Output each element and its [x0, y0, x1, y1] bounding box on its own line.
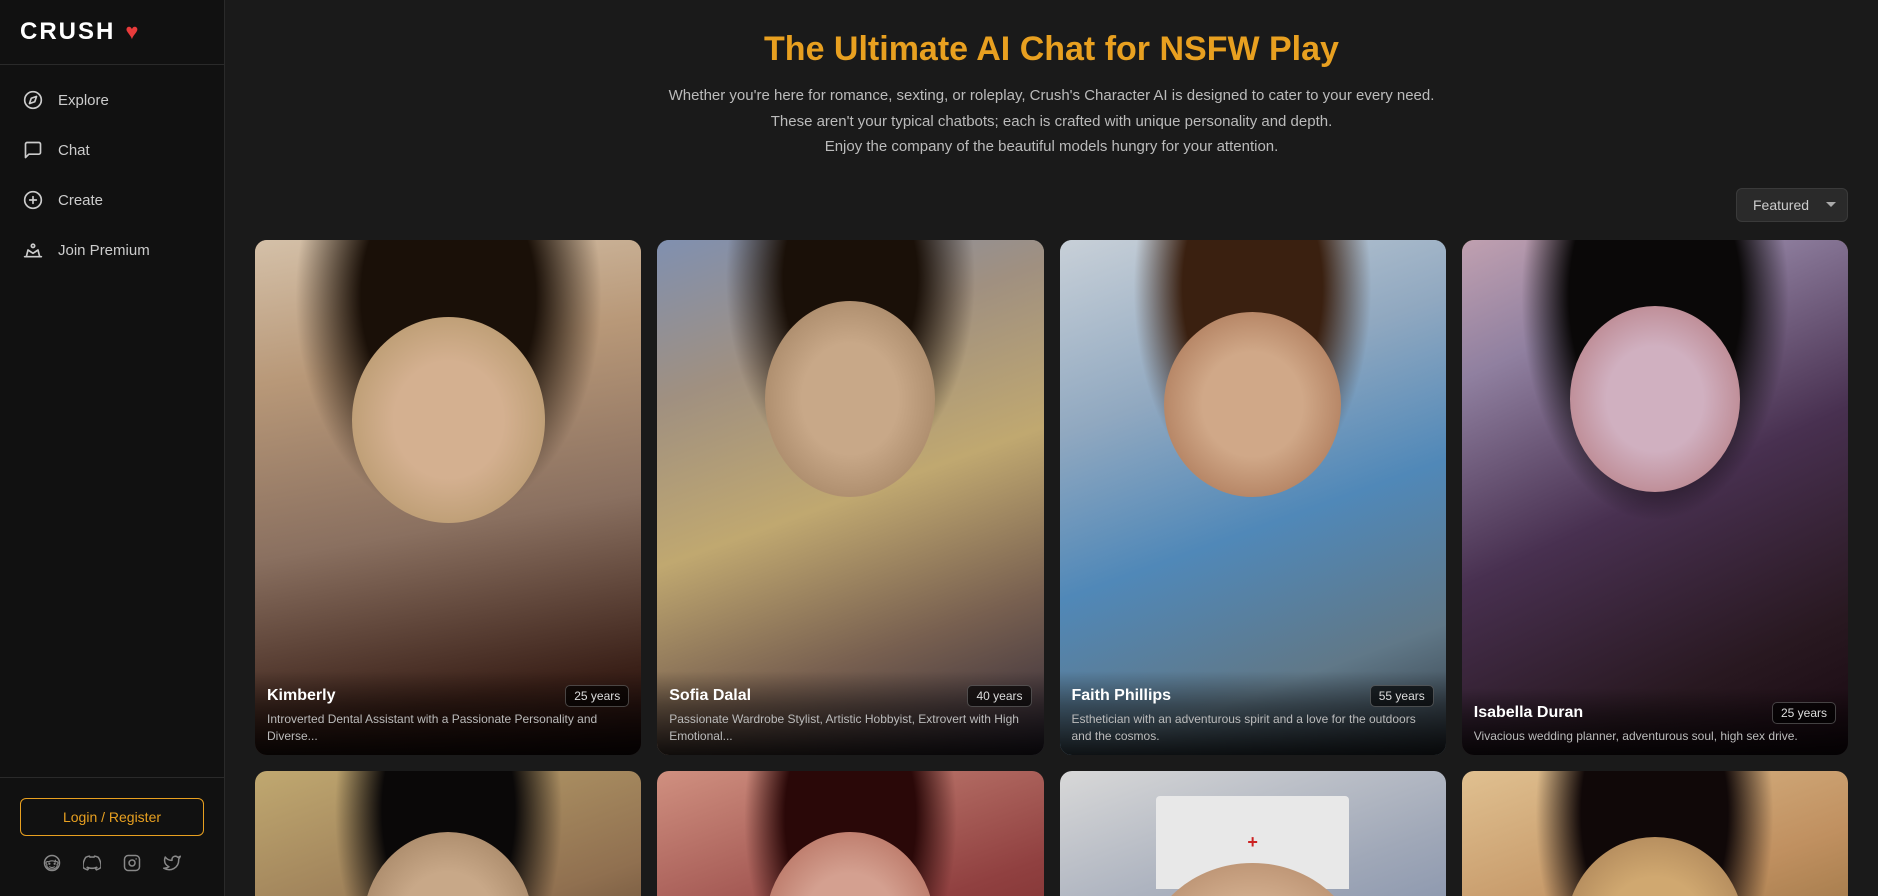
main-content: The Ultimate AI Chat for NSFW Play Wheth… — [225, 0, 1878, 896]
card-sofia-desc: Passionate Wardrobe Stylist, Artistic Ho… — [669, 711, 1031, 745]
card-kimberly[interactable]: Kimberly 25 years Introverted Dental Ass… — [255, 240, 641, 755]
sidebar-nav: Explore Chat Create — [0, 65, 224, 777]
card-kimberly-age: 25 years — [565, 685, 629, 707]
instagram-icon[interactable] — [119, 850, 145, 876]
card-sofia-overlay: Sofia Dalal 40 years Passionate Wardrobe… — [657, 671, 1043, 755]
hero-line-1: Whether you're here for romance, sexting… — [669, 87, 1435, 104]
logo-text: CRusH — [20, 18, 115, 46]
sidebar-create-label: Create — [58, 192, 103, 209]
card-row2-2[interactable] — [657, 771, 1043, 896]
twitter-icon[interactable] — [159, 850, 185, 876]
card-isabella-name: Isabella Duran — [1474, 704, 1583, 722]
card-sofia[interactable]: Sofia Dalal 40 years Passionate Wardrobe… — [657, 240, 1043, 755]
card-isabella-desc: Vivacious wedding planner, adventurous s… — [1474, 728, 1836, 745]
sidebar-item-chat[interactable]: Chat — [0, 125, 224, 175]
card-row2-1[interactable] — [255, 771, 641, 896]
card-faith-desc: Esthetician with an adventurous spirit a… — [1072, 711, 1434, 745]
logo-heart-icon: ♥ — [125, 19, 138, 45]
compass-icon — [22, 89, 44, 111]
card-kimberly-overlay: Kimberly 25 years Introverted Dental Ass… — [255, 671, 641, 755]
card-isabella[interactable]: Isabella Duran 25 years Vivacious weddin… — [1462, 240, 1848, 755]
sidebar-premium-label: Join Premium — [58, 242, 150, 259]
card-grid: Kimberly 25 years Introverted Dental Ass… — [255, 240, 1848, 896]
hero-section: The Ultimate AI Chat for NSFW Play Wheth… — [255, 30, 1848, 160]
chat-icon — [22, 139, 44, 161]
filter-bar: Featured Popular New Top Rated — [255, 188, 1848, 222]
sidebar-chat-label: Chat — [58, 142, 90, 159]
card-kimberly-desc: Introverted Dental Assistant with a Pass… — [267, 711, 629, 745]
card-isabella-overlay: Isabella Duran 25 years Vivacious weddin… — [1462, 688, 1848, 755]
social-links — [20, 850, 204, 876]
sidebar-item-create[interactable]: Create — [0, 175, 224, 225]
plus-circle-icon — [22, 189, 44, 211]
discord-icon[interactable] — [79, 850, 105, 876]
reddit-icon[interactable] — [39, 850, 65, 876]
hero-title: The Ultimate AI Chat for NSFW Play — [255, 30, 1848, 69]
filter-select[interactable]: Featured Popular New Top Rated — [1736, 188, 1848, 222]
card-sofia-age: 40 years — [967, 685, 1031, 707]
card-kimberly-name: Kimberly — [267, 687, 335, 705]
card-faith-name: Faith Phillips — [1072, 687, 1172, 705]
hero-description: Whether you're here for romance, sexting… — [255, 83, 1848, 160]
hero-line-2: These aren't your typical chatbots; each… — [771, 113, 1333, 130]
sidebar-item-premium[interactable]: Join Premium — [0, 225, 224, 275]
card-faith-age: 55 years — [1370, 685, 1434, 707]
sidebar: CRusH ♥ Explore Chat — [0, 0, 225, 896]
card-row2-3[interactable]: + — [1060, 771, 1446, 896]
login-register-button[interactable]: Login / Register — [20, 798, 204, 836]
sidebar-item-explore[interactable]: Explore — [0, 75, 224, 125]
card-isabella-age: 25 years — [1772, 702, 1836, 724]
hero-line-3: Enjoy the company of the beautiful model… — [825, 138, 1279, 155]
card-row2-4[interactable] — [1462, 771, 1848, 896]
card-faith-overlay: Faith Phillips 55 years Esthetician with… — [1060, 671, 1446, 755]
card-sofia-name: Sofia Dalal — [669, 687, 751, 705]
sidebar-bottom: Login / Register — [0, 777, 224, 896]
card-faith[interactable]: Faith Phillips 55 years Esthetician with… — [1060, 240, 1446, 755]
logo-area: CRusH ♥ — [0, 0, 224, 65]
sidebar-explore-label: Explore — [58, 92, 109, 109]
crown-icon — [22, 239, 44, 261]
